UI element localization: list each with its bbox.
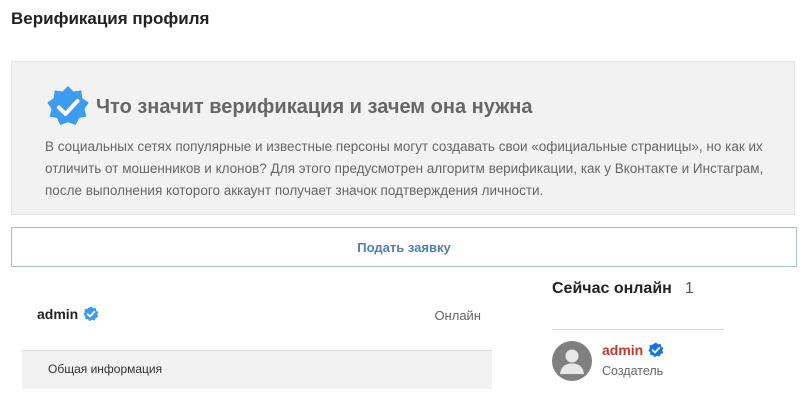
verified-badge-icon bbox=[83, 306, 99, 322]
online-user-item[interactable]: admin Создатель bbox=[552, 341, 664, 381]
verified-badge-icon bbox=[47, 86, 89, 125]
general-info-section[interactable]: Общая информация bbox=[22, 350, 492, 389]
verification-info-box: Что значит верификация и зачем она нужна… bbox=[11, 61, 795, 215]
profile-name-row: admin bbox=[37, 306, 99, 322]
online-status: Онлайн bbox=[434, 308, 481, 323]
profile-card: admin Онлайн Общая информация bbox=[22, 290, 492, 408]
online-title: Сейчас онлайн bbox=[552, 280, 672, 297]
info-header: Что значит верификация и зачем она нужна bbox=[46, 85, 532, 129]
profile-header: admin Онлайн bbox=[22, 290, 492, 350]
info-description: В социальных сетях популярные и известны… bbox=[45, 139, 764, 198]
online-count: 1 bbox=[684, 280, 694, 297]
profile-name[interactable]: admin bbox=[37, 306, 78, 322]
user-silhouette-icon bbox=[560, 349, 584, 374]
page-title: Верификация профиля bbox=[11, 9, 210, 28]
apply-button[interactable]: Подать заявку bbox=[11, 227, 797, 267]
online-user-name[interactable]: admin bbox=[602, 342, 643, 358]
general-info-label: Общая информация bbox=[48, 362, 163, 376]
online-header: Сейчас онлайн 1 bbox=[552, 280, 724, 298]
verified-badge-icon bbox=[648, 342, 664, 358]
info-title: Что значит верификация и зачем она нужна bbox=[96, 95, 533, 118]
divider bbox=[552, 329, 724, 330]
user-info: admin Создатель bbox=[602, 342, 664, 378]
user-name-row: admin bbox=[602, 342, 664, 358]
online-now-widget: Сейчас онлайн 1 admin Создатель bbox=[552, 280, 724, 381]
online-user-role: Создатель bbox=[602, 364, 664, 378]
avatar[interactable] bbox=[552, 341, 592, 381]
